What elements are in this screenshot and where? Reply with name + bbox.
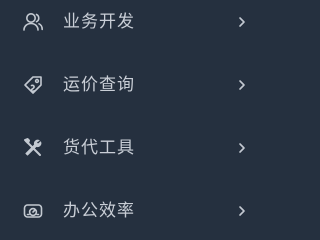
menu-item-label: 运价查询 (63, 75, 135, 95)
chevron-right-icon (236, 204, 248, 218)
menu-item-office-efficiency[interactable]: 办公效率 (0, 190, 267, 232)
user-icon (21, 10, 45, 34)
dashboard-icon (21, 199, 45, 223)
menu-item-business-development[interactable]: 业务开发 (0, 1, 267, 43)
chevron-right-icon (236, 78, 248, 92)
menu-item-forwarding-tools[interactable]: 货代工具 (0, 127, 267, 169)
chevron-right-icon (236, 141, 248, 155)
menu-item-label: 办公效率 (63, 201, 135, 221)
menu-item-label: 货代工具 (63, 138, 135, 158)
menu-item-freight-rate-query[interactable]: 运价查询 (0, 64, 267, 106)
chevron-right-icon (236, 15, 248, 29)
price-tag-icon (21, 73, 45, 97)
menu-item-label: 业务开发 (63, 12, 135, 32)
tools-icon (21, 136, 45, 160)
sidebar-menu: 业务开发 运价查询 货代工具 办公效率 (0, 0, 267, 226)
